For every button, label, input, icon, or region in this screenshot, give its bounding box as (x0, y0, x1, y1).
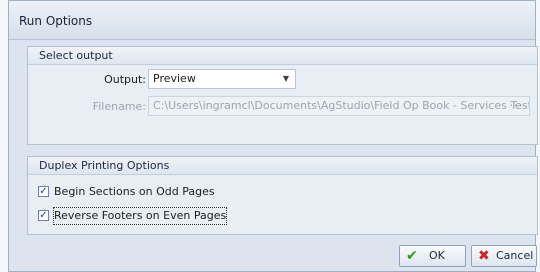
output-value: Preview (153, 72, 196, 85)
title-bar: Run Options (9, 1, 535, 40)
duplex-options-group: Duplex Printing Options ✓ Begin Sections… (27, 156, 538, 235)
select-output-header: Select output (28, 47, 537, 65)
output-label: Output: (104, 73, 146, 86)
checkmark-icon: ✔ (406, 248, 418, 264)
ok-button[interactable]: ✔ OK (399, 245, 466, 267)
filename-value: C:\Users\ingramcl\Documents\AgStudio\Fie… (153, 99, 530, 112)
begin-odd-pages-checkbox[interactable]: ✓ (38, 186, 49, 197)
output-dropdown[interactable]: Preview ▼ (148, 69, 296, 89)
cancel-button[interactable]: ✖ Cancel (471, 245, 537, 267)
filename-label: Filename: (92, 100, 146, 113)
chevron-down-icon[interactable]: ▼ (283, 70, 289, 88)
dialog-title: Run Options (19, 14, 93, 28)
browse-button[interactable]: ··· (510, 97, 524, 115)
reverse-footers-checkbox[interactable]: ✓ (38, 210, 49, 221)
duplex-options-header: Duplex Printing Options (28, 157, 537, 175)
close-icon: ✖ (478, 248, 490, 264)
ok-label: OK (429, 249, 445, 262)
begin-odd-pages-label[interactable]: Begin Sections on Odd Pages (54, 184, 215, 200)
select-output-group: Select output Output: Preview ▼ Filename… (27, 46, 538, 145)
reverse-footers-label[interactable]: Reverse Footers on Even Pages (52, 207, 228, 225)
run-options-dialog: Run Options Select output Output: Previe… (8, 0, 538, 272)
cancel-label: Cancel (496, 249, 534, 262)
filename-field[interactable]: C:\Users\ingramcl\Documents\AgStudio\Fie… (148, 96, 530, 116)
